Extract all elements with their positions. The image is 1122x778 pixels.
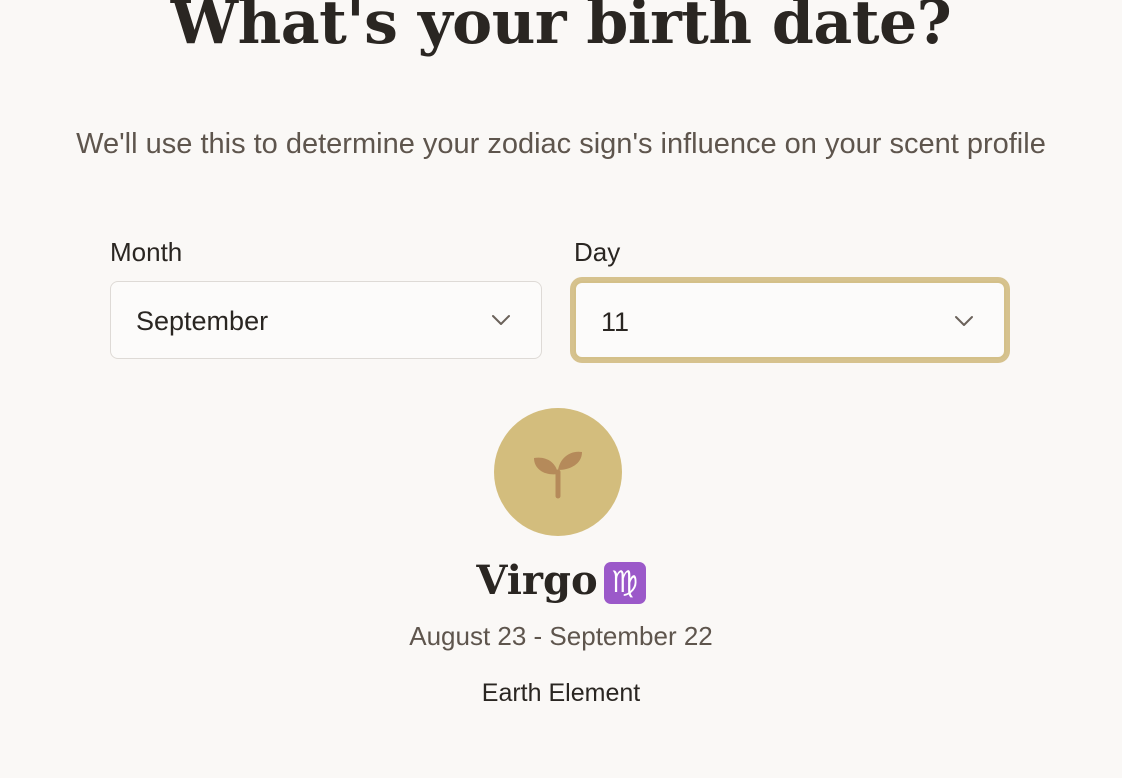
page-subtitle: We'll use this to determine your zodiac … <box>76 128 1046 160</box>
chevron-down-icon <box>492 315 510 325</box>
zodiac-element: Earth Element <box>481 679 641 707</box>
month-label: Month <box>110 237 183 267</box>
birth-date-step: What's your birth date? We'll use this t… <box>0 0 1122 778</box>
zodiac-badge <box>494 408 622 536</box>
zodiac-sign-title: Virgo ♍ <box>0 556 1122 606</box>
day-select[interactable]: 11 <box>574 281 1006 359</box>
month-select[interactable]: September <box>110 281 542 359</box>
zodiac-date-range: August 23 - September 22 <box>409 621 713 651</box>
page-title: What's your birth date? <box>170 0 952 58</box>
virgo-symbol-icon: ♍ <box>603 562 646 604</box>
zodiac-sign-name: Virgo <box>476 557 598 604</box>
month-select-value: September <box>136 306 269 336</box>
day-label: Day <box>574 237 621 267</box>
day-select-value: 11 <box>601 307 630 337</box>
sprout-icon <box>534 451 582 499</box>
chevron-down-icon <box>955 316 973 326</box>
